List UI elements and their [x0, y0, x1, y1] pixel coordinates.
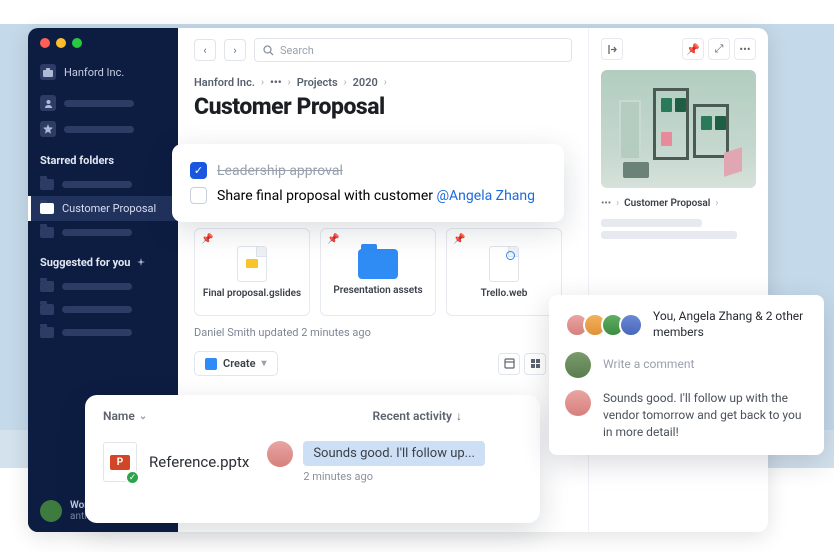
- avatar: [619, 313, 643, 337]
- sidebar-placeholder-1[interactable]: [28, 90, 178, 116]
- pin-icon: 📌: [453, 234, 465, 245]
- right-panel: 📌 ⤢ ••• •••› Customer Proposal›: [588, 28, 768, 532]
- sidebar-active-label: Customer Proposal: [62, 202, 156, 215]
- bc-projects[interactable]: Projects: [297, 76, 338, 89]
- folder-icon: [40, 203, 54, 214]
- view-card[interactable]: [498, 353, 520, 375]
- search-input[interactable]: Search: [254, 38, 572, 62]
- folder-icon: [40, 327, 54, 338]
- suggested-item-3[interactable]: [28, 321, 178, 344]
- window-controls[interactable]: [28, 28, 178, 64]
- mention[interactable]: @Angela Zhang: [436, 188, 535, 204]
- chevron-down-icon: ⌄: [139, 411, 147, 422]
- more-button[interactable]: •••: [734, 38, 756, 60]
- suggested-header: Suggested for you: [28, 244, 178, 275]
- members-summary: You, Angela Zhang & 2 other members: [653, 309, 808, 340]
- company-name: Hanford Inc.: [64, 66, 124, 79]
- page-title: Customer Proposal: [194, 89, 572, 130]
- company-row[interactable]: Hanford Inc.: [28, 64, 178, 90]
- create-icon: [205, 358, 217, 370]
- right-bc-label[interactable]: Customer Proposal: [624, 198, 710, 209]
- person-icon: [40, 95, 56, 111]
- search-icon: [263, 45, 274, 56]
- folder-icon: [40, 227, 54, 238]
- checkbox-checked[interactable]: ✓: [190, 162, 207, 179]
- tasks-card: ✓ Leadership approval Share final propos…: [172, 144, 564, 222]
- search-placeholder: Search: [280, 44, 314, 57]
- tile-slides[interactable]: 📌 Final proposal.gslides: [194, 228, 310, 316]
- pptx-icon: P ✓: [103, 442, 137, 482]
- member-avatars[interactable]: [565, 313, 643, 337]
- back-button[interactable]: ‹: [194, 39, 216, 61]
- pin-button[interactable]: 📌: [682, 38, 704, 60]
- avatar: [565, 390, 591, 416]
- avatar: [40, 500, 62, 522]
- sparkle-icon: [136, 258, 146, 268]
- file-name[interactable]: Reference.pptx: [149, 453, 249, 471]
- folder-icon: [40, 281, 54, 292]
- collapse-button[interactable]: [601, 38, 623, 60]
- chevron-down-icon: ▾: [262, 358, 267, 369]
- gslides-icon: [237, 246, 267, 282]
- starred-folders-header: Starred folders: [28, 142, 178, 173]
- detail-card: Name ⌄ Recent activity ↓ P ✓ Reference.p…: [85, 395, 540, 523]
- activity-time: 2 minutes ago: [303, 470, 485, 483]
- tile-trello[interactable]: 📌 Trello.web: [446, 228, 562, 316]
- bc-dots[interactable]: •••: [270, 76, 282, 89]
- create-button[interactable]: Create ▾: [194, 351, 278, 376]
- col-activity[interactable]: Recent activity ↓: [373, 409, 462, 423]
- arrow-down-icon: ↓: [456, 409, 462, 423]
- comment-row: Sounds good. I'll follow up with the ven…: [565, 390, 808, 440]
- folder-icon: [40, 304, 54, 315]
- bc-root[interactable]: Hanford Inc.: [194, 76, 255, 89]
- folder-icon: [358, 249, 398, 279]
- avatar: [267, 441, 293, 467]
- breadcrumb: Hanford Inc.› •••› Projects› 2020›: [194, 76, 572, 89]
- webdoc-icon: [489, 246, 519, 282]
- sidebar-item-customer-proposal[interactable]: Customer Proposal: [28, 196, 178, 221]
- pin-icon: 📌: [327, 234, 339, 245]
- tile-folder[interactable]: 📌 Presentation assets: [320, 228, 436, 316]
- task-done[interactable]: ✓ Leadership approval: [190, 158, 546, 183]
- starred-item-3[interactable]: [28, 221, 178, 244]
- close-dot[interactable]: [40, 38, 50, 48]
- sidebar-placeholder-2[interactable]: [28, 116, 178, 142]
- last-updated: Daniel Smith updated 2 minutes ago: [194, 316, 572, 351]
- checkbox-unchecked[interactable]: [190, 187, 207, 204]
- preview-image: [601, 70, 756, 188]
- avatar: [565, 352, 591, 378]
- folder-icon: [40, 179, 54, 190]
- star-icon: [40, 121, 56, 137]
- comments-card: You, Angela Zhang & 2 other members Writ…: [549, 295, 824, 455]
- suggested-item-1[interactable]: [28, 275, 178, 298]
- synced-icon: ✓: [125, 470, 140, 485]
- right-breadcrumb: •••› Customer Proposal›: [601, 188, 756, 215]
- activity-bubble[interactable]: Sounds good. I'll follow up...: [303, 441, 485, 466]
- minimize-dot[interactable]: [56, 38, 66, 48]
- expand-button[interactable]: ⤢: [708, 38, 730, 60]
- suggested-item-2[interactable]: [28, 298, 178, 321]
- topbar: ‹ › Search: [194, 28, 572, 76]
- write-comment-row[interactable]: Write a comment: [565, 352, 808, 378]
- col-name[interactable]: Name ⌄: [103, 409, 147, 423]
- starred-item-1[interactable]: [28, 173, 178, 196]
- forward-button[interactable]: ›: [224, 39, 246, 61]
- comment-text: Sounds good. I'll follow up with the ven…: [603, 390, 808, 440]
- bc-year[interactable]: 2020: [353, 76, 378, 89]
- task-todo[interactable]: Share final proposal with customer @Ange…: [190, 183, 546, 208]
- zoom-dot[interactable]: [72, 38, 82, 48]
- briefcase-icon: [40, 64, 56, 80]
- comment-input[interactable]: Write a comment: [603, 352, 694, 371]
- view-grid[interactable]: [524, 353, 546, 375]
- pin-icon: 📌: [201, 234, 213, 245]
